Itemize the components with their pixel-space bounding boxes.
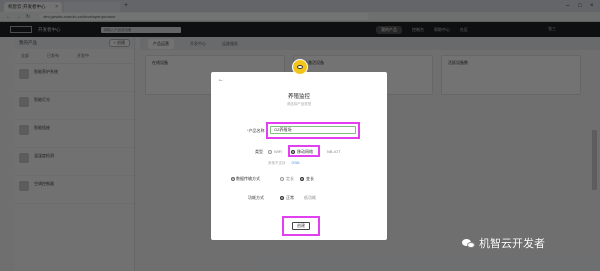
modal-subtitle: 请选择产品类型 bbox=[286, 102, 312, 106]
data-transfer-option-label: 变长 bbox=[306, 176, 314, 181]
type-option-label: NB-IOT bbox=[327, 149, 341, 154]
radio-selected-icon bbox=[280, 196, 284, 200]
name-highlight-box bbox=[266, 122, 360, 139]
watermark-text: 机智云开发者 bbox=[479, 237, 545, 250]
type-tag: 其他不支持 bbox=[268, 161, 286, 165]
power-option-label: 低功耗 bbox=[304, 195, 316, 200]
type-highlight-box bbox=[288, 145, 320, 157]
type-tag-link[interactable]: GSM bbox=[292, 161, 300, 166]
radio-icon bbox=[268, 149, 272, 154]
type-option-wifi[interactable]: WiFi bbox=[268, 149, 282, 154]
type-label: 类型 bbox=[255, 149, 263, 154]
radio-icon bbox=[280, 177, 284, 181]
power-option-normal[interactable]: 正常 bbox=[280, 195, 294, 201]
wechat-watermark: 机智云开发者 bbox=[462, 235, 545, 251]
data-transfer-option-fixed[interactable]: 定长 bbox=[280, 176, 294, 182]
data-transfer-label: ? 数据传输方式 bbox=[231, 176, 260, 182]
power-option-label: 正常 bbox=[286, 195, 294, 200]
monitor-eye-icon bbox=[292, 59, 308, 75]
type-option-label: WiFi bbox=[274, 149, 282, 154]
type-tags: 其他不支持 GSM bbox=[268, 161, 299, 166]
help-icon[interactable]: ? bbox=[231, 177, 235, 181]
data-transfer-label-text: 数据传输方式 bbox=[236, 176, 260, 181]
create-highlight-box bbox=[282, 216, 320, 236]
data-transfer-option-label: 定长 bbox=[286, 176, 294, 181]
product-name-label-text: 产品名称 bbox=[248, 128, 265, 133]
product-name-label: *产品名称 bbox=[247, 128, 265, 134]
type-option-nbiot[interactable]: NB-IOT bbox=[327, 149, 341, 154]
modal-title: 养殖监控 bbox=[287, 94, 310, 100]
wechat-icon bbox=[462, 238, 476, 249]
data-transfer-option-variable[interactable]: 变长 bbox=[300, 176, 314, 182]
power-mode-label: 功耗方式 bbox=[248, 195, 264, 200]
create-product-modal: ← 养殖监控 请选择产品类型 *产品名称 GZ养殖场 类型 WiFi 移动网络 … bbox=[211, 59, 387, 240]
back-arrow-icon[interactable]: ← bbox=[218, 77, 224, 83]
radio-selected-icon bbox=[300, 177, 304, 181]
power-option-low[interactable]: 低功耗 bbox=[304, 195, 316, 201]
